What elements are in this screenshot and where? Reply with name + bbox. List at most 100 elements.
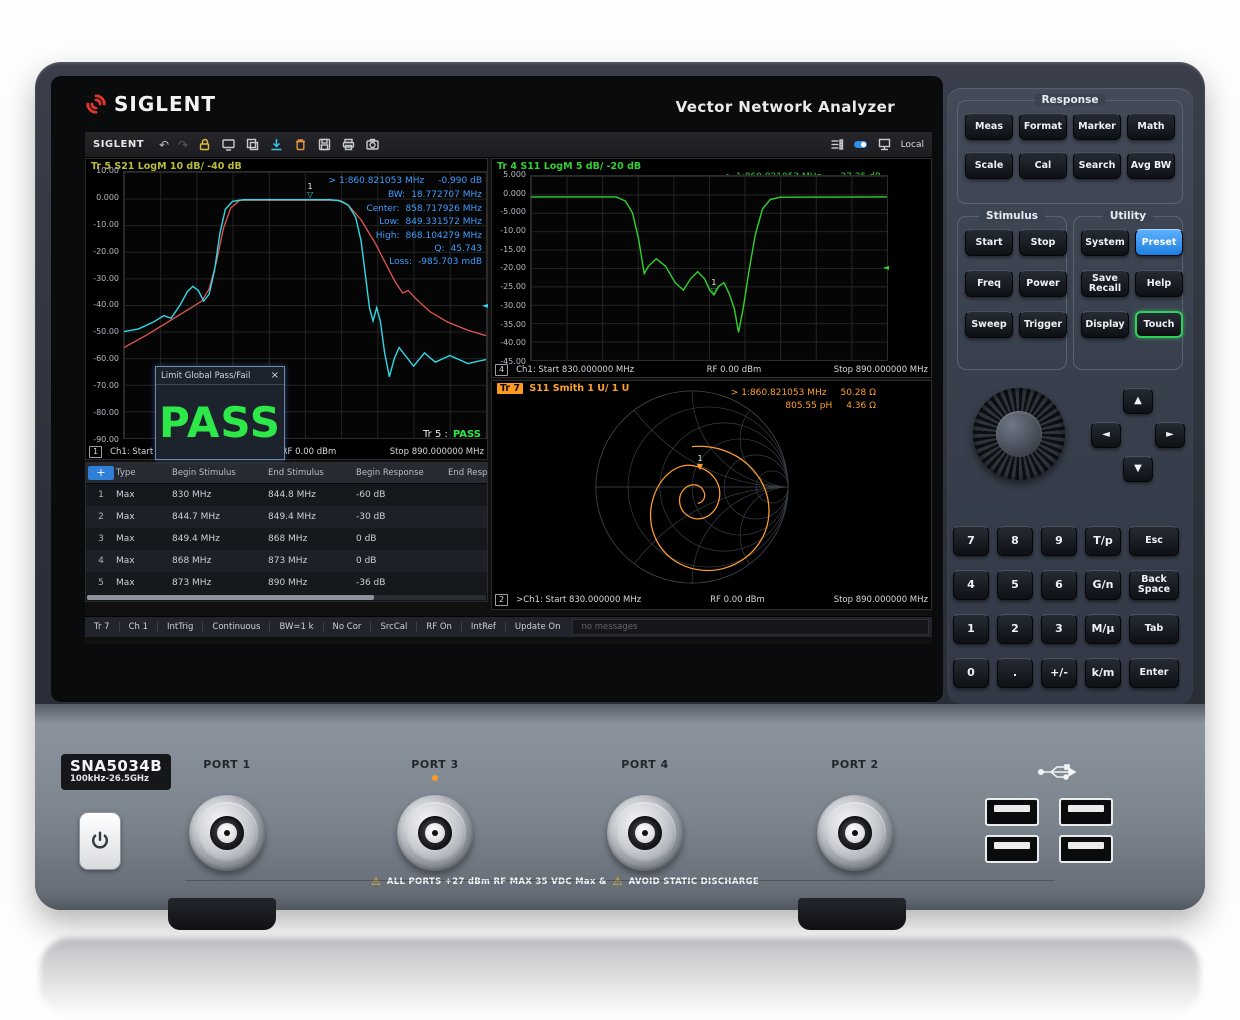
touch-button[interactable]: Touch: [1135, 311, 1183, 338]
power-button[interactable]: [79, 812, 121, 870]
limit-table-row[interactable]: 2Max844.7 MHz849.4 MHz-30 dB: [86, 506, 487, 528]
chart-smith[interactable]: Tr 7 S11 Smith 1 U/ 1 U > 1:860.821053 M…: [491, 380, 932, 610]
stimulus-button[interactable]: Power: [1019, 270, 1067, 297]
status-item[interactable]: IntRef: [461, 622, 505, 632]
local-mode-label[interactable]: Local: [901, 140, 924, 150]
keypad-side-key[interactable]: Tab: [1129, 614, 1179, 644]
keypad-key[interactable]: 0: [953, 658, 989, 688]
limit-table-header: + TypeBegin StimulusEnd StimulusBegin Re…: [86, 463, 487, 484]
keypad-key[interactable]: k/m: [1085, 658, 1121, 688]
port-3-connector: [397, 795, 473, 871]
status-item[interactable]: RF On: [416, 622, 461, 632]
status-item[interactable]: Tr 7: [85, 622, 119, 632]
usb-port[interactable]: [985, 835, 1039, 863]
keypad-key[interactable]: .: [997, 658, 1033, 688]
status-item[interactable]: Ch 1: [119, 622, 157, 632]
system-button[interactable]: System: [1081, 229, 1129, 256]
close-icon[interactable]: ×: [271, 370, 279, 381]
arrow-down-button[interactable]: ▼: [1123, 456, 1153, 482]
display-icon[interactable]: [221, 137, 236, 152]
limit-passfail-dialog[interactable]: Limit Global Pass/Fail × PASS: [155, 366, 285, 460]
status-item[interactable]: SrcCal: [370, 622, 416, 632]
keypad-key[interactable]: M/µ: [1085, 614, 1121, 644]
rotary-knob[interactable]: [973, 388, 1065, 480]
trace-setup-icon[interactable]: [829, 137, 844, 152]
status-item[interactable]: IntTrig: [157, 622, 202, 632]
keypad-key[interactable]: 3: [1041, 614, 1077, 644]
add-limit-button[interactable]: +: [88, 466, 114, 480]
response-button[interactable]: Format: [1019, 113, 1067, 140]
keypad-key[interactable]: +/-: [1041, 658, 1077, 688]
preset-button[interactable]: Preset: [1135, 229, 1183, 256]
print-icon[interactable]: [341, 137, 356, 152]
response-button[interactable]: Avg BW: [1127, 152, 1175, 179]
keypad-key[interactable]: G/n: [1085, 570, 1121, 600]
dialog-titlebar[interactable]: Limit Global Pass/Fail ×: [156, 367, 284, 385]
delete-icon[interactable]: [293, 137, 308, 152]
keypad-key[interactable]: 6: [1041, 570, 1077, 600]
table-scrollbar[interactable]: [87, 595, 486, 600]
limit-table-row[interactable]: 1Max830 MHz844.8 MHz-60 dB: [86, 484, 487, 506]
arrow-right-button[interactable]: ►: [1155, 422, 1185, 448]
stimulus-button[interactable]: Stop: [1019, 229, 1067, 256]
chart-s11-plot[interactable]: 1 ▽ ◄: [530, 175, 888, 361]
status-item[interactable]: Continuous: [202, 622, 269, 632]
keypad-side-key[interactable]: Enter: [1129, 658, 1179, 688]
download-icon[interactable]: [269, 137, 284, 152]
scrollbar-thumb[interactable]: [87, 595, 374, 600]
limit-table-row[interactable]: 3Max849.4 MHz868 MHz0 dB: [86, 528, 487, 550]
stimulus-button[interactable]: Start: [965, 229, 1013, 256]
limit-table-row[interactable]: 4Max868 MHz873 MHz0 dB: [86, 550, 487, 572]
stimulus-button[interactable]: Freq: [965, 270, 1013, 297]
keypad-key[interactable]: 5: [997, 570, 1033, 600]
redo-icon[interactable]: ↷: [178, 139, 188, 151]
keypad-key[interactable]: 7: [953, 526, 989, 556]
smith-plot[interactable]: 1 ▼: [592, 387, 792, 587]
marker-1-smith[interactable]: 1 ▼: [697, 455, 703, 471]
y-tick-label: -10.00: [93, 220, 119, 229]
keypad-key[interactable]: 2: [997, 614, 1033, 644]
stimulus-button[interactable]: Sweep: [965, 311, 1013, 338]
response-button[interactable]: Search: [1073, 152, 1121, 179]
help-button[interactable]: Help: [1135, 270, 1183, 297]
y-tick-label: -30.00: [500, 301, 526, 310]
keypad-side-key[interactable]: Back Space: [1129, 570, 1179, 600]
window-number: 4: [495, 364, 508, 376]
usb-port[interactable]: [1059, 798, 1113, 826]
keypad-key[interactable]: 8: [997, 526, 1033, 556]
save-recall-button[interactable]: Save Recall: [1081, 270, 1129, 297]
usb-port[interactable]: [985, 798, 1039, 826]
arrow-up-button[interactable]: ▲: [1123, 388, 1153, 414]
display-button[interactable]: Display: [1081, 311, 1129, 338]
limit-table[interactable]: + TypeBegin StimulusEnd StimulusBegin Re…: [85, 462, 488, 602]
keypad-key[interactable]: T/p: [1085, 526, 1121, 556]
response-button[interactable]: Math: [1127, 113, 1175, 140]
marker-1-s11[interactable]: 1 ▽: [711, 279, 717, 295]
marker-1-s21[interactable]: 1 ▽: [307, 183, 313, 199]
undo-icon[interactable]: ↶: [159, 139, 169, 151]
chart-s11-logm[interactable]: Tr 4 S11 LogM 5 dB/ -20 dB > 1:860.82105…: [491, 158, 932, 378]
response-button[interactable]: Cal: [1019, 152, 1067, 179]
keypad-key[interactable]: 4: [953, 570, 989, 600]
lan-icon[interactable]: [877, 137, 892, 152]
status-item[interactable]: BW=1 k: [269, 622, 322, 632]
limit-table-row[interactable]: 5Max873 MHz890 MHz-36 dB: [86, 572, 487, 594]
arrow-left-button[interactable]: ◄: [1091, 422, 1121, 448]
response-button[interactable]: Meas: [965, 113, 1013, 140]
save-icon[interactable]: [317, 137, 332, 152]
keypad-key[interactable]: 1: [953, 614, 989, 644]
keypad-side-key[interactable]: Esc: [1129, 526, 1179, 556]
status-item[interactable]: No Cor: [323, 622, 371, 632]
response-button[interactable]: Scale: [965, 152, 1013, 179]
screenshot-icon[interactable]: [365, 137, 380, 152]
response-button[interactable]: Marker: [1073, 113, 1121, 140]
chart-s21[interactable]: Tr 5 S21 LogM 10 dB/ -40 dB 10.000.000-1…: [85, 158, 488, 460]
knob-center[interactable]: [996, 411, 1042, 457]
touch-toggle-icon[interactable]: [853, 137, 868, 152]
usb-port[interactable]: [1059, 835, 1113, 863]
keypad-key[interactable]: 9: [1041, 526, 1077, 556]
status-item[interactable]: Update On: [505, 622, 570, 632]
lock-icon[interactable]: [197, 137, 212, 152]
copy-windows-icon[interactable]: [245, 137, 260, 152]
stimulus-button[interactable]: Trigger: [1019, 311, 1067, 338]
